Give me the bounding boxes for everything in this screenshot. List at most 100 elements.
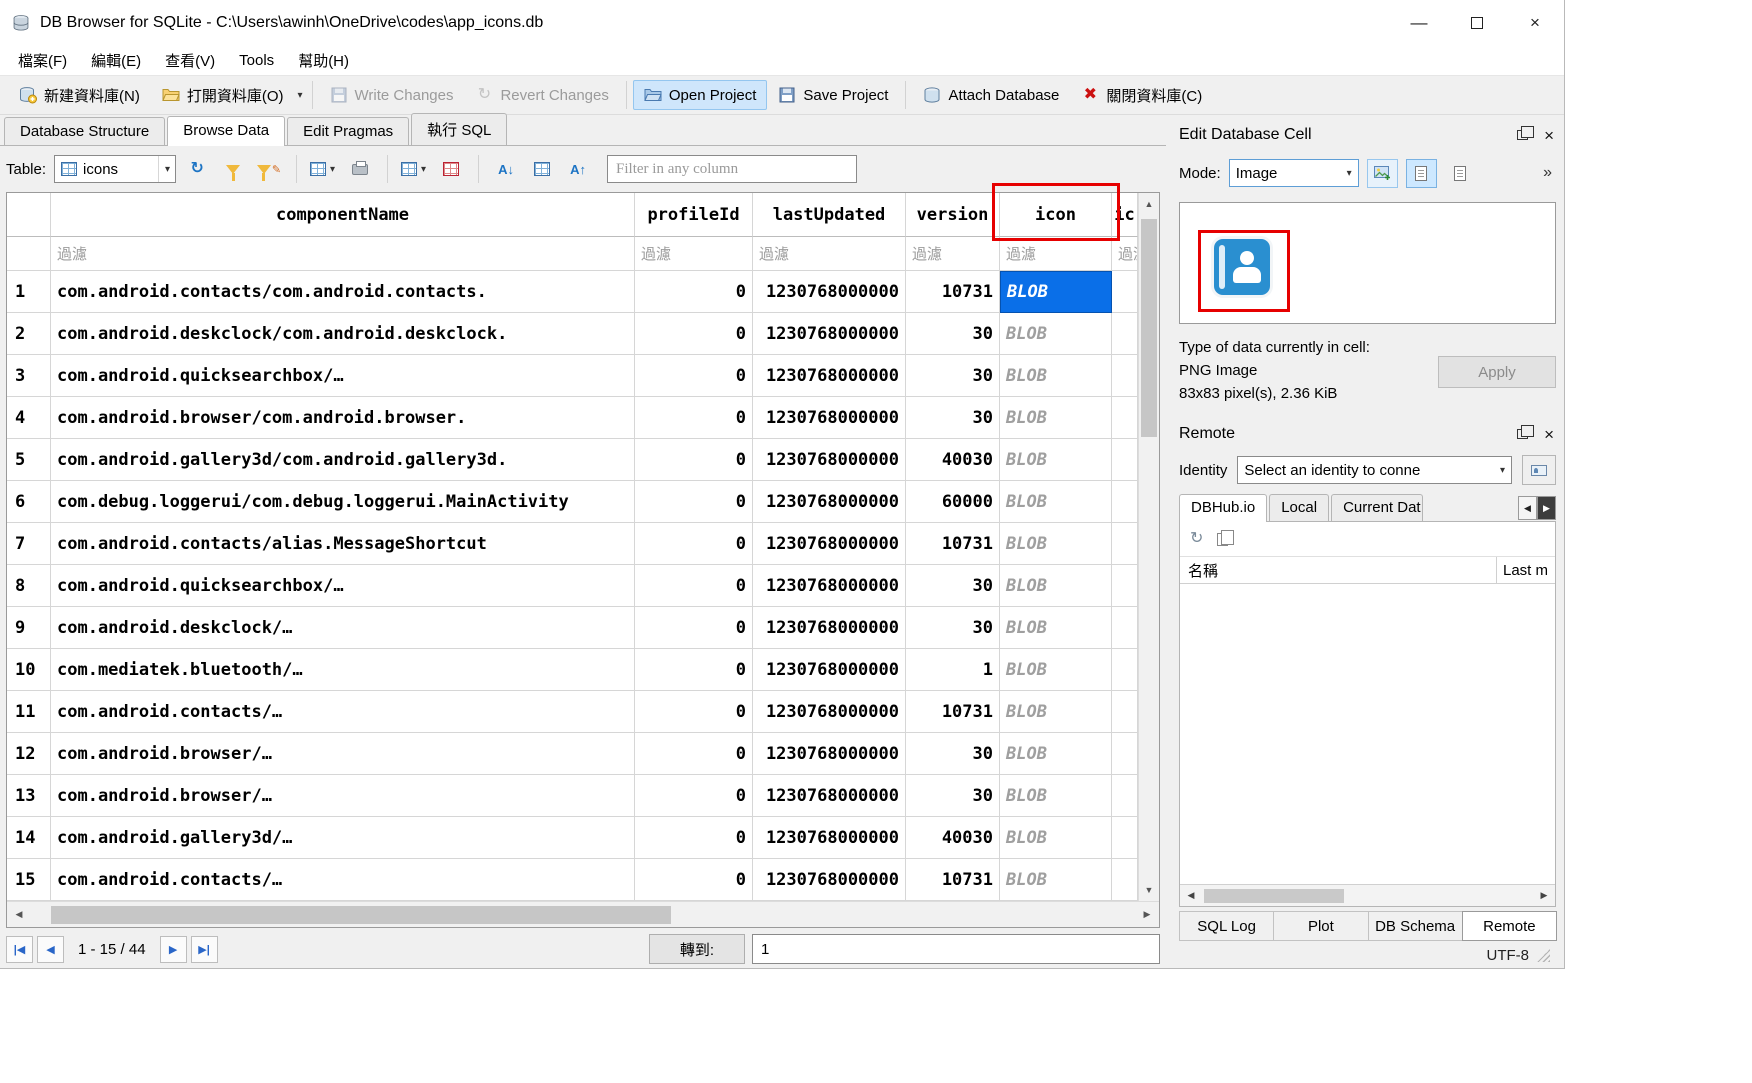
column-header-partial[interactable]: ic [1112,193,1138,237]
global-filter-input[interactable] [607,155,857,183]
cell-componentName[interactable]: com.android.deskclock/… [51,607,635,649]
cell-lastUpdated[interactable]: 1230768000000 [753,607,906,649]
cell-version[interactable]: 10731 [906,691,1000,733]
dock-tab-sql-log[interactable]: SQL Log [1179,911,1274,941]
remote-horizontal-scrollbar[interactable]: ◀ ▶ [1180,884,1555,906]
cell-profileId[interactable]: 0 [635,607,753,649]
cell-icon[interactable]: BLOB [1000,733,1112,775]
close-panel-icon[interactable]: × [1544,127,1554,144]
cell-lastUpdated[interactable]: 1230768000000 [753,691,906,733]
dock-tab-plot[interactable]: Plot [1273,911,1368,941]
cell-profileId[interactable]: 0 [635,355,753,397]
scroll-right-icon[interactable]: ▶ [1135,902,1159,927]
delete-record-button[interactable] [436,154,466,184]
tab-execute-sql[interactable]: 執行 SQL [411,113,507,145]
cell-lastUpdated[interactable]: 1230768000000 [753,649,906,691]
cell-profileId[interactable]: 0 [635,565,753,607]
cell-profileId[interactable]: 0 [635,775,753,817]
binary-mode-button[interactable] [1445,159,1476,188]
cell-profileId[interactable]: 0 [635,691,753,733]
cell-version[interactable]: 30 [906,313,1000,355]
cell-version[interactable]: 10731 [906,271,1000,313]
cell-version[interactable]: 30 [906,607,1000,649]
cell-lastUpdated[interactable]: 1230768000000 [753,397,906,439]
cell-profileId[interactable]: 0 [635,859,753,901]
scroll-down-icon[interactable]: ▼ [1139,879,1159,901]
goto-record-input[interactable] [752,934,1160,964]
remote-tab-local[interactable]: Local [1269,494,1329,521]
menu-view[interactable]: 查看(V) [153,45,227,75]
table-row[interactable]: 3 com.android.quicksearchbox/… 0 1230768… [7,355,1138,397]
cell-profileId[interactable]: 0 [635,649,753,691]
remote-tab-dbhub[interactable]: DBHub.io [1179,494,1267,522]
cell-lastUpdated[interactable]: 1230768000000 [753,775,906,817]
identity-select[interactable]: Select an identity to conne ▾ [1237,456,1512,484]
remote-column-name[interactable]: 名稱 [1180,557,1497,583]
cell-partial[interactable] [1112,565,1138,607]
column-header-componentName[interactable]: componentName [51,193,635,237]
write-changes-button[interactable]: Write Changes [319,80,465,110]
table-select[interactable]: icons ▾ [54,155,176,183]
edit-filter-button[interactable]: ✎ [254,154,284,184]
sort-desc-button[interactable]: A↑ [563,154,593,184]
vertical-scroll-thumb[interactable] [1141,219,1157,437]
cell-partial[interactable] [1112,313,1138,355]
table-row[interactable]: 4 com.android.browser/com.android.browse… [7,397,1138,439]
cell-partial[interactable] [1112,397,1138,439]
cell-version[interactable]: 10731 [906,523,1000,565]
cell-profileId[interactable]: 0 [635,439,753,481]
cell-version[interactable]: 30 [906,775,1000,817]
attach-database-button[interactable]: Attach Database [912,80,1070,110]
cell-componentName[interactable]: com.android.gallery3d/… [51,817,635,859]
cell-lastUpdated[interactable]: 1230768000000 [753,313,906,355]
menu-tools[interactable]: Tools [227,45,286,75]
cell-profileId[interactable]: 0 [635,523,753,565]
cell-partial[interactable] [1112,271,1138,313]
revert-changes-button[interactable]: ↻ Revert Changes [464,80,619,110]
cell-version[interactable]: 40030 [906,817,1000,859]
table-row[interactable]: 14 com.android.gallery3d/… 0 12307680000… [7,817,1138,859]
cell-componentName[interactable]: com.android.contacts/… [51,859,635,901]
tab-database-structure[interactable]: Database Structure [4,117,165,145]
horizontal-scroll-thumb[interactable] [51,906,671,924]
cell-partial[interactable] [1112,859,1138,901]
cell-componentName[interactable]: com.android.contacts/… [51,691,635,733]
filter-icon[interactable]: 過濾 [1000,237,1112,271]
cell-icon[interactable]: BLOB [1000,565,1112,607]
cell-lastUpdated[interactable]: 1230768000000 [753,565,906,607]
table-row[interactable]: 10 com.mediatek.bluetooth/… 0 1230768000… [7,649,1138,691]
save-table-button[interactable]: ▾ [309,154,339,184]
cell-lastUpdated[interactable]: 1230768000000 [753,439,906,481]
save-project-button[interactable]: Save Project [767,80,899,110]
cell-componentName[interactable]: com.android.gallery3d/com.android.galler… [51,439,635,481]
table-row[interactable]: 13 com.android.browser/… 0 1230768000000… [7,775,1138,817]
cell-lastUpdated[interactable]: 1230768000000 [753,271,906,313]
cell-icon[interactable]: BLOB [1000,859,1112,901]
clone-database-icon[interactable] [1217,533,1228,546]
cell-icon[interactable]: BLOB [1000,775,1112,817]
cell-version[interactable]: 30 [906,733,1000,775]
filter-partial[interactable]: 過濾 [1112,237,1138,271]
scroll-up-icon[interactable]: ▲ [1139,193,1159,215]
cell-profileId[interactable]: 0 [635,817,753,859]
cell-icon[interactable]: BLOB [1000,691,1112,733]
sort-asc-button[interactable]: A↓ [491,154,521,184]
corner-cell[interactable] [7,193,51,237]
more-tools-icon[interactable]: » [1543,164,1556,182]
cell-icon[interactable]: BLOB [1000,481,1112,523]
cell-icon[interactable]: BLOB [1000,397,1112,439]
resize-grip[interactable] [1537,949,1550,962]
scroll-left-icon[interactable]: ◀ [7,902,31,927]
print-button[interactable] [345,154,375,184]
cell-componentName[interactable]: com.android.browser/… [51,775,635,817]
next-page-button[interactable]: ▶ [160,936,187,963]
previous-page-button[interactable]: ◀ [37,936,64,963]
cell-componentName[interactable]: com.android.browser/com.android.browser. [51,397,635,439]
close-database-button[interactable]: ✖ 關閉資料庫(C) [1070,79,1213,112]
column-header-lastUpdated[interactable]: lastUpdated [753,193,906,237]
cell-lastUpdated[interactable]: 1230768000000 [753,817,906,859]
cell-componentName[interactable]: com.android.browser/… [51,733,635,775]
table-row[interactable]: 15 com.android.contacts/… 0 123076800000… [7,859,1138,901]
cell-componentName[interactable]: com.android.contacts/com.android.contact… [51,271,635,313]
menu-edit[interactable]: 編輯(E) [79,45,153,75]
